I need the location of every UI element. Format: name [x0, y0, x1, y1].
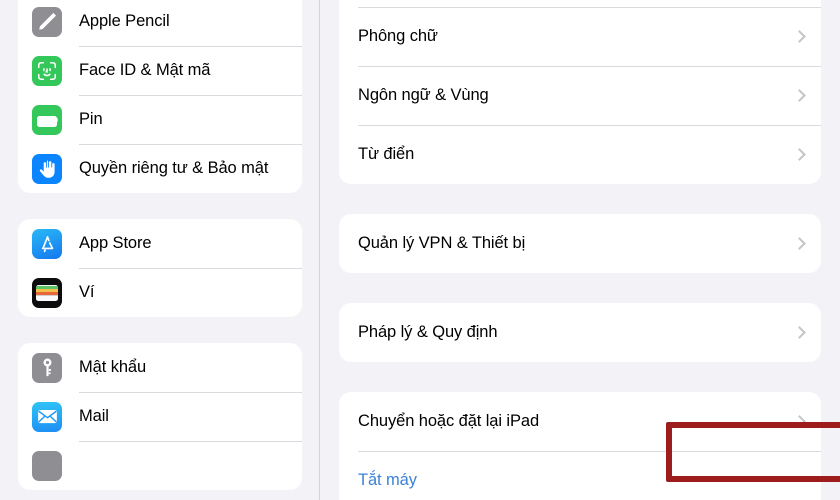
chevron-right-icon	[793, 148, 806, 161]
detail-row-label: Chuyển hoặc đặt lại iPad	[358, 412, 540, 430]
detail-group-reset: Chuyển hoặc đặt lại iPad Tắt máy	[339, 392, 821, 500]
pane-divider	[319, 0, 320, 500]
detail-row-language-region[interactable]: Ngôn ngữ & Vùng	[339, 66, 821, 125]
sidebar-group-system: Siri & Tìm kiếm Apple Pencil	[18, 0, 302, 193]
sidebar-item-battery[interactable]: Pin	[18, 95, 302, 144]
sidebar-item-wallet[interactable]: Ví	[18, 268, 302, 317]
detail-row-shut-down[interactable]: Tắt máy	[339, 451, 821, 500]
sidebar-item-face-id[interactable]: Face ID & Mật mã	[18, 46, 302, 95]
sidebar-item-app-store[interactable]: App Store	[18, 219, 302, 268]
faceid-icon	[32, 55, 62, 86]
chevron-right-icon	[793, 237, 806, 250]
wallet-icon	[32, 277, 62, 308]
sidebar-item-label: Apple Pencil	[79, 12, 170, 30]
hand-privacy-icon	[32, 153, 62, 184]
detail-group-localization: Phông chữ Ngôn ngữ & Vùng Từ điển	[339, 0, 821, 184]
settings-screen: Siri & Tìm kiếm Apple Pencil	[0, 0, 840, 500]
sidebar-item-label: Face ID & Mật mã	[79, 61, 211, 79]
detail-row-previous-partial[interactable]	[339, 0, 821, 7]
chevron-right-icon	[793, 326, 806, 339]
sidebar-item-label: Mật khẩu	[79, 358, 147, 376]
sidebar-item-next-partial[interactable]	[18, 441, 302, 490]
app-store-icon	[32, 228, 62, 259]
detail-scroll-content: Phông chữ Ngôn ngữ & Vùng Từ điển Quản l…	[320, 0, 840, 500]
detail-row-transfer-reset-ipad[interactable]: Chuyển hoặc đặt lại iPad	[339, 392, 821, 451]
sidebar-item-label: Pin	[79, 110, 103, 128]
detail-group-vpn: Quản lý VPN & Thiết bị	[339, 214, 821, 273]
detail-group-legal: Pháp lý & Quy định	[339, 303, 821, 362]
detail-row-label: Phông chữ	[358, 27, 438, 45]
sidebar-item-apple-pencil[interactable]: Apple Pencil	[18, 0, 302, 46]
detail-row-fonts[interactable]: Phông chữ	[339, 7, 821, 66]
detail-row-legal-regulatory[interactable]: Pháp lý & Quy định	[339, 303, 821, 362]
sidebar-item-label: Quyền riêng tư & Bảo mật	[79, 159, 269, 177]
contacts-icon	[32, 450, 62, 481]
pencil-icon	[32, 6, 62, 37]
chevron-right-icon	[793, 89, 806, 102]
detail-row-label: Quản lý VPN & Thiết bị	[358, 234, 526, 252]
sidebar-item-mail[interactable]: Mail	[18, 392, 302, 441]
sidebar-scroll-content: Siri & Tìm kiếm Apple Pencil	[0, 0, 320, 500]
sidebar-item-label: App Store	[79, 234, 152, 252]
chevron-right-icon	[793, 415, 806, 428]
sidebar-item-passwords[interactable]: Mật khẩu	[18, 343, 302, 392]
detail-row-vpn-device-management[interactable]: Quản lý VPN & Thiết bị	[339, 214, 821, 273]
chevron-right-icon	[793, 30, 806, 43]
shut-down-label: Tắt máy	[358, 471, 417, 489]
key-icon	[32, 352, 62, 383]
detail-row-label: Pháp lý & Quy định	[358, 323, 498, 341]
detail-row-label: Từ điển	[358, 145, 415, 163]
sidebar-item-label: Ví	[79, 283, 95, 301]
sidebar-group-accounts: Mật khẩu Mail	[18, 343, 302, 490]
mail-icon	[32, 401, 62, 432]
sidebar-item-label: Mail	[79, 407, 109, 425]
settings-sidebar[interactable]: Siri & Tìm kiếm Apple Pencil	[0, 0, 320, 500]
battery-icon	[32, 104, 62, 135]
sidebar-group-store: App Store Ví	[18, 219, 302, 317]
settings-detail-pane[interactable]: Phông chữ Ngôn ngữ & Vùng Từ điển Quản l…	[320, 0, 840, 500]
sidebar-item-privacy-security[interactable]: Quyền riêng tư & Bảo mật	[18, 144, 302, 193]
detail-row-label: Ngôn ngữ & Vùng	[358, 86, 489, 104]
detail-row-dictionary[interactable]: Từ điển	[339, 125, 821, 184]
